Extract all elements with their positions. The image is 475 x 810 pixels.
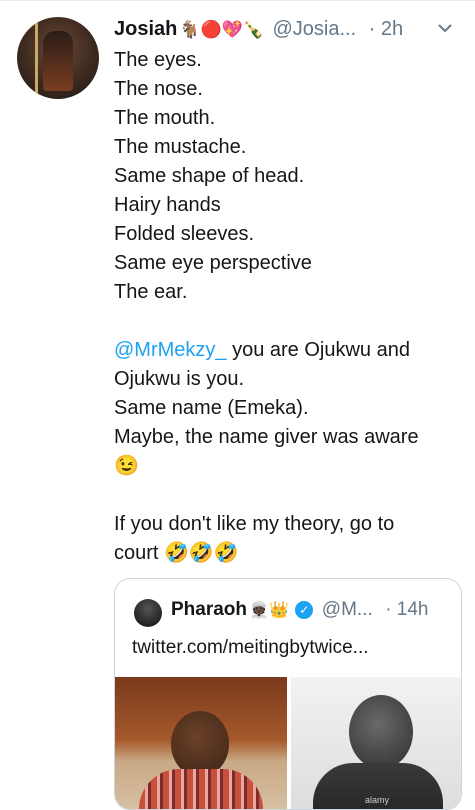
mention-link[interactable]: @MrMekzy_ [114,339,227,361]
author-handle[interactable]: @Josia... [272,18,356,40]
tweet-line: court 🤣🤣🤣 [114,542,239,564]
tweet-line: Ojukwu is you. [114,368,245,390]
tweet-line: The eyes. [114,49,202,71]
tweet-line: If you don't like my theory, go to [114,513,395,535]
tweet-line: The nose. [114,78,203,100]
tweet-line: Folded sleeves. [114,223,255,245]
tweet-line: The ear. [114,281,188,303]
quoted-photo-left[interactable] [115,677,287,809]
tweet-text: The eyes. The nose. The mouth. The musta… [114,46,464,568]
tweet-line: The mustache. [114,136,247,158]
author-name[interactable]: Josiah [114,18,177,40]
chevron-down-icon[interactable] [438,20,452,36]
quoted-author-avatar [134,599,162,627]
quoted-photo-right[interactable]: alamy [291,677,461,809]
quoted-tweet-link-text: twitter.com/meitingbytwice... [132,637,369,658]
quoted-author-emojis: 👳🏿👑 [249,602,289,619]
top-divider [0,0,475,1]
photo-watermark: alamy [365,795,390,805]
quoted-tweet-header: Pharaoh 👳🏿👑 ✓ @M... · 14h [171,599,429,621]
quoted-author-handle: @M... [321,599,373,620]
quoted-tweet-timestamp: · 14h [385,599,429,620]
verified-badge-icon: ✓ [295,601,314,619]
tweet-line [114,307,464,336]
quoted-tweet-card[interactable]: Pharaoh 👳🏿👑 ✓ @M... · 14h twitter.com/mei… [114,578,462,810]
tweet-line: Maybe, the name giver was aware [114,426,419,448]
quoted-author-name: Pharaoh [171,599,248,620]
author-name-emojis: 🐐🔴💖🍾 [179,20,265,39]
tweet-line: Same name (Emeka). [114,397,309,419]
mention-rest: you are Ojukwu and [226,339,410,361]
tweet-line: The mouth. [114,107,216,129]
tweet-line: Hairy hands [114,194,221,216]
tweet-line [114,481,464,510]
tweet-header: Josiah 🐐🔴💖🍾 @Josia... · 2h [114,18,454,48]
tweet-line: Same eye perspective [114,252,312,274]
tweet-timestamp[interactable]: · 2h [369,18,403,40]
author-avatar[interactable] [17,17,99,99]
tweet-mention-line: @MrMekzy_ you are Ojukwu and [114,336,464,365]
tweet-line: Same shape of head. [114,165,305,187]
tweet-line: 😉 [114,455,139,477]
